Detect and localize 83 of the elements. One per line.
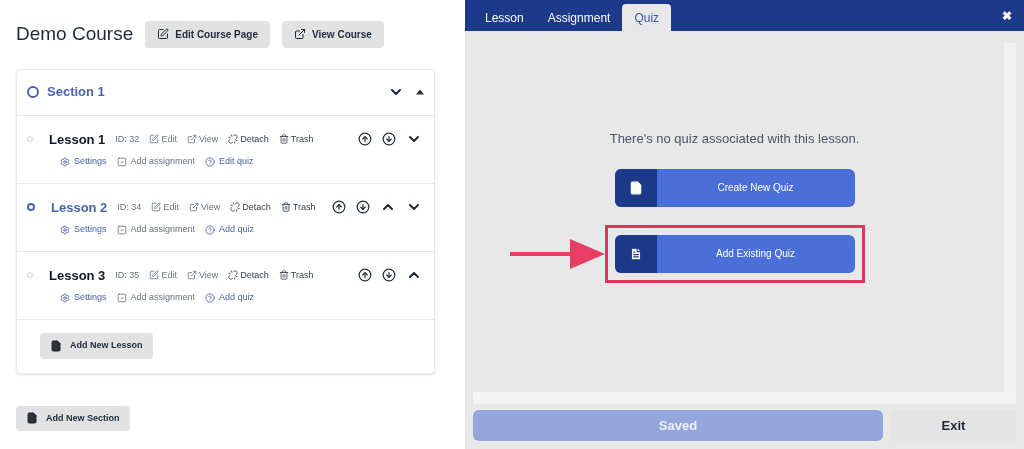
lesson-title[interactable]: Lesson 2 <box>51 197 108 217</box>
settings-icon <box>60 156 70 167</box>
lesson-link[interactable]: Settings <box>60 223 107 237</box>
arrow-up-icon <box>332 200 346 215</box>
lesson-action-link[interactable]: Edit <box>151 200 179 214</box>
course-button[interactable]: Edit Course Page <box>145 20 271 48</box>
collapse-button[interactable] <box>416 89 424 95</box>
move-up-button[interactable] <box>358 132 372 147</box>
quiz-option-button[interactable]: Add Existing Quiz <box>614 234 855 273</box>
arrow-down-icon <box>382 268 396 283</box>
checkbox-icon <box>116 292 127 303</box>
course-title: Demo Course <box>16 22 134 46</box>
external-link-icon <box>188 202 199 213</box>
edit-icon <box>149 134 160 145</box>
lesson-action-link[interactable]: View <box>188 200 221 214</box>
arrow-down-icon <box>382 132 396 147</box>
dialog-tab[interactable]: Lesson <box>473 4 536 31</box>
section-title: Section 1 <box>47 83 105 102</box>
lesson-link[interactable]: Settings <box>60 291 107 305</box>
lesson-link[interactable]: Edit quiz <box>205 155 254 169</box>
file-icon <box>26 412 38 425</box>
move-up-button[interactable] <box>358 268 372 283</box>
edit-icon <box>151 202 162 213</box>
trash-icon <box>280 202 291 213</box>
trash-icon <box>278 134 289 145</box>
lesson-action-link[interactable]: Trash <box>278 132 314 146</box>
lesson-id: ID: 35 <box>115 268 140 282</box>
dialog-tab[interactable]: Assignment <box>535 4 623 31</box>
lesson-link[interactable]: Add quiz <box>205 223 255 237</box>
add-section-button[interactable]: Add New Section <box>16 405 130 431</box>
move-down-button[interactable] <box>356 200 370 215</box>
lesson-link[interactable]: Add assignment <box>116 155 196 169</box>
help-icon <box>205 292 216 303</box>
course-button[interactable]: View Course <box>282 20 384 48</box>
arrow-down-icon <box>356 200 370 215</box>
move-up-button[interactable] <box>332 200 346 215</box>
exit-button[interactable]: Exit <box>891 410 1016 441</box>
lesson-action-link[interactable]: View <box>186 268 219 282</box>
unlink-icon <box>228 134 239 145</box>
empty-message: There's no quiz associated with this lesson. <box>609 130 860 148</box>
lesson-action-link[interactable]: Trash <box>278 268 314 282</box>
triangle-up-icon <box>416 89 424 95</box>
quiz-option-button[interactable]: Create New Quiz <box>614 168 855 207</box>
document-icon <box>628 246 643 261</box>
external-link-icon <box>186 134 197 145</box>
close-button[interactable]: ✖ <box>1002 6 1012 25</box>
lesson-action-link[interactable]: Trash <box>280 200 316 214</box>
move-down-button[interactable] <box>382 132 396 147</box>
checkbox-icon <box>116 224 127 235</box>
lesson-action-link[interactable]: Detach <box>228 268 269 282</box>
checkbox-icon <box>116 156 127 167</box>
unlink-icon <box>230 202 241 213</box>
lesson-action-link[interactable]: Detach <box>230 200 271 214</box>
settings-icon <box>60 292 70 303</box>
lesson-action-link[interactable]: View <box>186 132 219 146</box>
add-lesson-button[interactable]: Add New Lesson <box>40 333 153 359</box>
lesson-link[interactable]: Add quiz <box>205 291 255 305</box>
section-status-icon <box>27 86 39 98</box>
lesson-link[interactable]: Add assignment <box>116 223 196 237</box>
lesson-title[interactable]: Lesson 3 <box>49 265 106 285</box>
lesson-link[interactable]: Add assignment <box>116 291 196 305</box>
file-icon <box>628 180 643 195</box>
help-icon <box>205 224 216 235</box>
arrow-up-icon <box>358 268 372 283</box>
file-icon <box>50 340 62 352</box>
edit-icon <box>157 28 170 41</box>
move-down-button[interactable] <box>382 268 396 283</box>
lesson-title[interactable]: Lesson 1 <box>49 129 106 149</box>
lesson-id: ID: 34 <box>117 200 142 214</box>
trash-icon <box>278 270 289 281</box>
lesson-action-link[interactable]: Edit <box>149 268 177 282</box>
lesson-link[interactable]: Settings <box>60 155 107 169</box>
lesson-action-link[interactable]: Detach <box>228 132 269 146</box>
dialog-tab[interactable]: Quiz <box>622 4 672 31</box>
help-icon <box>205 156 216 167</box>
external-link-icon <box>186 270 197 281</box>
lesson-id: ID: 32 <box>115 132 140 146</box>
arrow-up-icon <box>358 132 372 147</box>
settings-icon <box>60 224 70 235</box>
edit-icon <box>149 270 160 281</box>
lesson-action-link[interactable]: Edit <box>149 132 177 146</box>
external-link-icon <box>294 28 307 41</box>
unlink-icon <box>228 270 239 281</box>
